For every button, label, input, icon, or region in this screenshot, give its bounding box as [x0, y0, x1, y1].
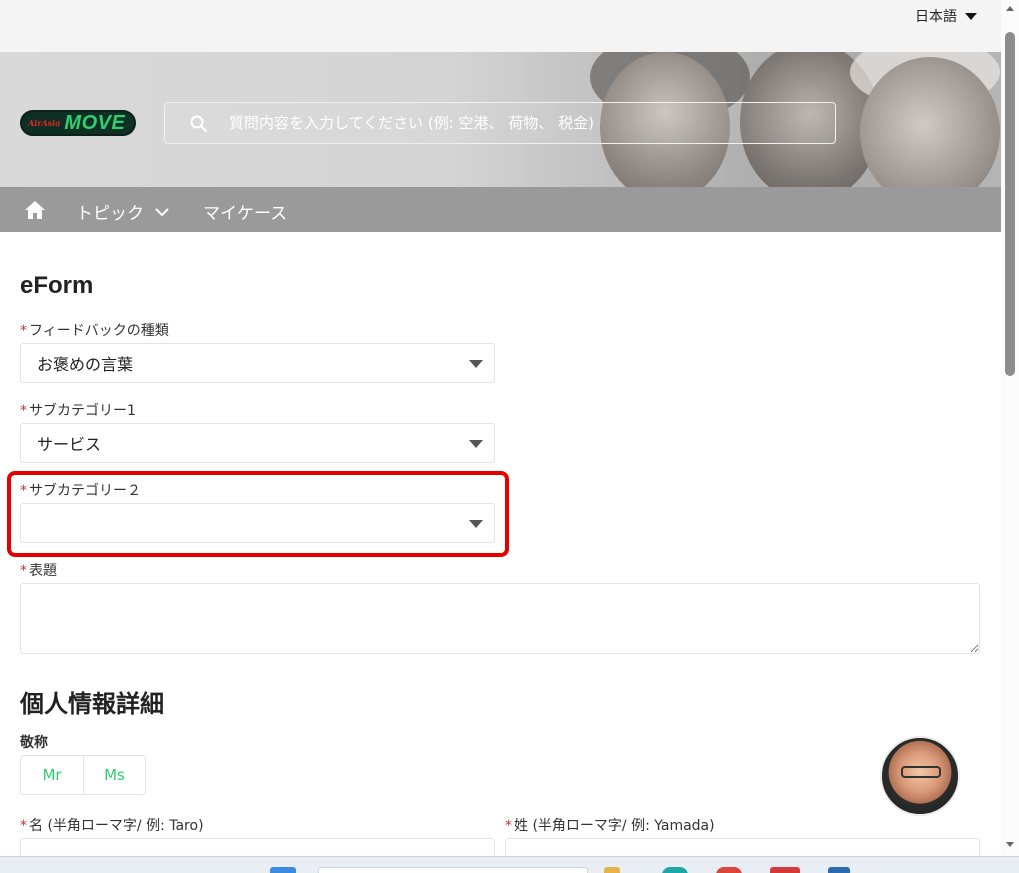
page: 日本語 AirAsia MOVE トピック — [0, 0, 1001, 856]
nav-item-topics[interactable]: トピック — [76, 199, 170, 224]
feedback-type-value: お褒めの言葉 — [37, 355, 134, 374]
edge-icon[interactable] — [662, 867, 688, 873]
logo-text: MOVE — [64, 112, 126, 134]
taskbar-search-icon[interactable] — [318, 867, 588, 873]
home-icon[interactable] — [24, 200, 46, 220]
logo-small-text: AirAsia — [28, 118, 61, 128]
start-icon[interactable] — [270, 867, 296, 873]
required-mark: * — [20, 818, 27, 834]
subject-label: * 表題 — [20, 560, 57, 580]
salutation-toggle: Mr Ms — [20, 755, 146, 795]
required-mark: * — [20, 483, 27, 499]
calendar-icon[interactable] — [828, 867, 850, 873]
dropdown-arrow-icon — [469, 360, 483, 368]
subcategory1-label-text: サブカテゴリー1 — [29, 403, 136, 419]
salutation-label: 敬称 — [20, 735, 48, 751]
app-icon[interactable] — [770, 867, 800, 873]
personal-details-title: 個人情報詳細 — [20, 690, 164, 718]
subject-textarea[interactable] — [20, 583, 980, 654]
nav-item-my-cases[interactable]: マイケース — [203, 199, 287, 224]
subject-label-text: 表題 — [29, 563, 57, 579]
subcategory1-value: サービス — [37, 435, 102, 454]
search-input[interactable] — [229, 103, 829, 143]
main-nav: トピック マイケース — [0, 187, 1001, 232]
caret-down-icon — [965, 12, 977, 20]
required-mark: * — [20, 403, 27, 419]
feedback-type-label: * フィードバックの種類 — [20, 320, 169, 340]
first-name-label-text: 名 (半角ローマ字/ 例: Taro) — [29, 818, 204, 834]
hero-banner: AirAsia MOVE — [0, 52, 1001, 187]
subcategory1-label: * サブカテゴリー1 — [20, 400, 136, 420]
chevron-down-icon — [155, 207, 169, 216]
last-name-field[interactable] — [505, 838, 980, 856]
search-icon — [190, 115, 208, 133]
subcategory2-label-text: サブカテゴリー２ — [29, 483, 141, 499]
language-label: 日本語 — [915, 9, 957, 25]
nav-topics-label: トピック — [76, 204, 144, 224]
form-title: eForm — [20, 272, 94, 299]
os-taskbar — [0, 856, 1019, 873]
salutation-option-mr[interactable]: Mr — [21, 756, 83, 794]
first-name-field[interactable] — [20, 838, 495, 856]
required-mark: * — [505, 818, 512, 834]
top-bar: 日本語 — [0, 0, 1001, 52]
chat-assistant-avatar[interactable] — [880, 736, 960, 816]
subcategory2-label: * サブカテゴリー２ — [20, 480, 141, 500]
folder-icon[interactable] — [604, 867, 620, 873]
nav-my-cases-label: マイケース — [203, 204, 288, 224]
language-selector[interactable]: 日本語 — [915, 6, 977, 26]
scrollbar-thumb[interactable] — [1005, 32, 1015, 376]
feedback-type-label-text: フィードバックの種類 — [29, 323, 169, 339]
required-mark: * — [20, 563, 27, 579]
scroll-down-arrow-icon[interactable] — [1006, 842, 1014, 847]
subcategory1-select[interactable]: サービス — [20, 423, 495, 463]
dropdown-arrow-icon — [469, 440, 483, 448]
vertical-scrollbar[interactable] — [1001, 0, 1019, 856]
glasses-detail — [901, 766, 941, 778]
dropdown-arrow-icon — [469, 520, 483, 528]
search-box[interactable] — [164, 102, 836, 144]
airasia-move-logo[interactable]: AirAsia MOVE — [20, 110, 136, 136]
feedback-type-select[interactable]: お褒めの言葉 — [20, 343, 495, 383]
required-mark: * — [20, 323, 27, 339]
scroll-up-arrow-icon[interactable] — [1006, 6, 1014, 11]
last-name-label: * 姓 (半角ローマ字/ 例: Yamada) — [505, 815, 715, 835]
last-name-label-text: 姓 (半角ローマ字/ 例: Yamada) — [514, 818, 715, 834]
chrome-icon[interactable] — [716, 867, 742, 873]
first-name-label: * 名 (半角ローマ字/ 例: Taro) — [20, 815, 204, 835]
salutation-option-ms[interactable]: Ms — [83, 756, 145, 794]
subcategory2-select[interactable] — [20, 503, 495, 543]
